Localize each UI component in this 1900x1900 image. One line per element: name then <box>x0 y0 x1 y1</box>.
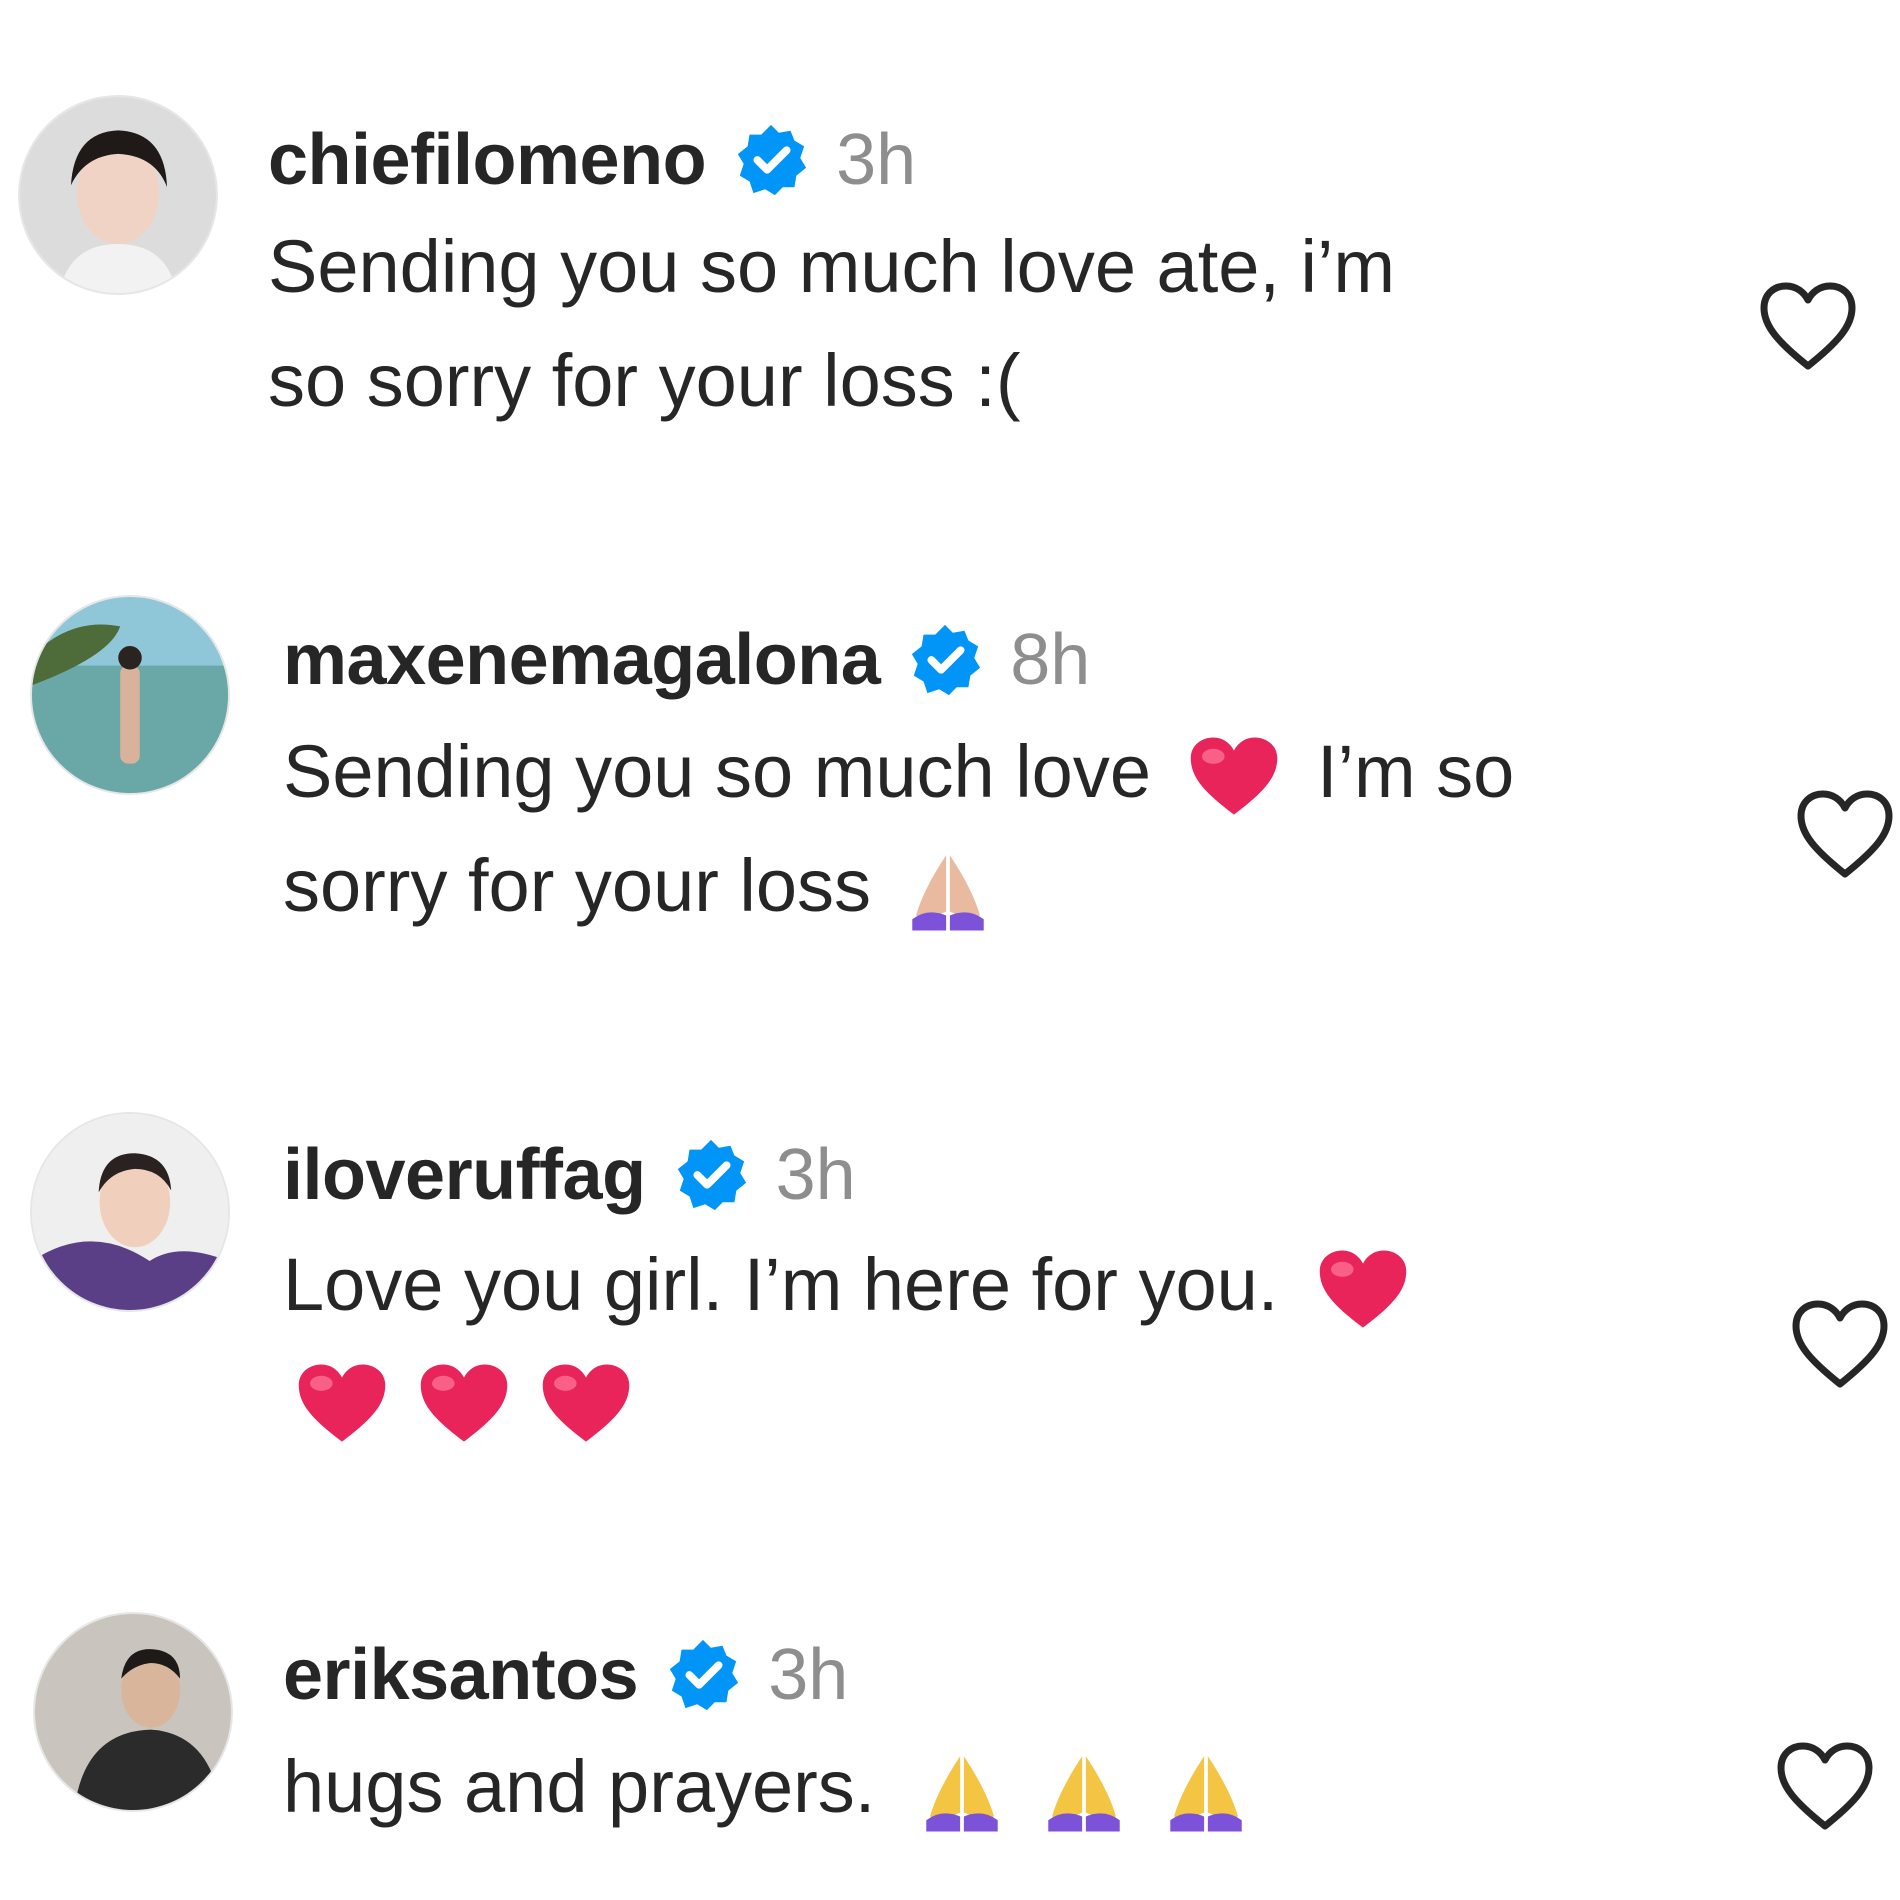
folded-hands-emoji-icon <box>901 844 995 938</box>
like-heart-icon[interactable] <box>1758 282 1858 374</box>
avatar[interactable] <box>30 595 230 795</box>
like-heart-icon[interactable] <box>1790 1300 1890 1392</box>
comment-text: hugs and prayers. <box>283 1730 1267 1844</box>
username[interactable]: iloveruffag <box>283 1134 646 1216</box>
username[interactable]: chiefilomeno <box>268 119 707 201</box>
comment-line: so sorry for your loss :( <box>268 339 1021 422</box>
comment-line <box>283 1342 1424 1456</box>
folded-hands-emoji-icon <box>915 1745 1009 1839</box>
red-heart-emoji-icon <box>295 1357 389 1451</box>
red-heart-emoji-icon <box>1187 730 1281 824</box>
comment-line: Sending you so much love ate, i’m <box>268 225 1396 308</box>
username[interactable]: maxenemagalona <box>283 619 881 701</box>
verified-badge-icon <box>672 1136 750 1214</box>
username[interactable]: eriksantos <box>283 1634 639 1716</box>
folded-hands-emoji-icon <box>1037 1745 1131 1839</box>
comment-text-segment: sorry for your loss <box>283 844 872 927</box>
red-heart-emoji-icon <box>417 1357 511 1451</box>
avatar[interactable] <box>33 1612 233 1812</box>
red-heart-emoji-icon <box>539 1357 633 1451</box>
comment-text-segment: Love you girl. I’m here for you. <box>283 1243 1279 1326</box>
like-heart-icon[interactable] <box>1795 790 1895 882</box>
avatar[interactable] <box>30 1112 230 1312</box>
timestamp[interactable]: 3h <box>776 1134 856 1216</box>
comment-line: hugs and prayers. <box>283 1730 1267 1844</box>
comment-text-segment: I’m so <box>1316 730 1515 813</box>
timestamp[interactable]: 8h <box>1010 619 1090 701</box>
comment-line: sorry for your loss <box>283 829 1514 943</box>
verified-badge-icon <box>906 621 984 699</box>
avatar[interactable] <box>18 95 218 295</box>
timestamp[interactable]: 3h <box>836 119 916 201</box>
verified-badge-icon <box>732 121 810 199</box>
comment-text: Sending you so much love ate, i’m so sor… <box>268 210 1395 438</box>
comment-text-segment: Sending you so much love <box>283 730 1151 813</box>
timestamp[interactable]: 3h <box>768 1634 848 1716</box>
folded-hands-emoji-icon <box>1159 1745 1253 1839</box>
comment-text: Sending you so much love I’m so sorry for… <box>283 715 1514 943</box>
like-heart-icon[interactable] <box>1775 1742 1875 1834</box>
comment-text: Love you girl. I’m here for you. <box>283 1228 1424 1456</box>
comment-line: Love you girl. I’m here for you. <box>283 1228 1424 1342</box>
comment-text-segment: hugs and prayers. <box>283 1745 876 1828</box>
verified-badge-icon <box>664 1636 742 1714</box>
comment-line: Sending you so much love I’m so <box>283 715 1514 829</box>
red-heart-emoji-icon <box>1316 1243 1410 1337</box>
